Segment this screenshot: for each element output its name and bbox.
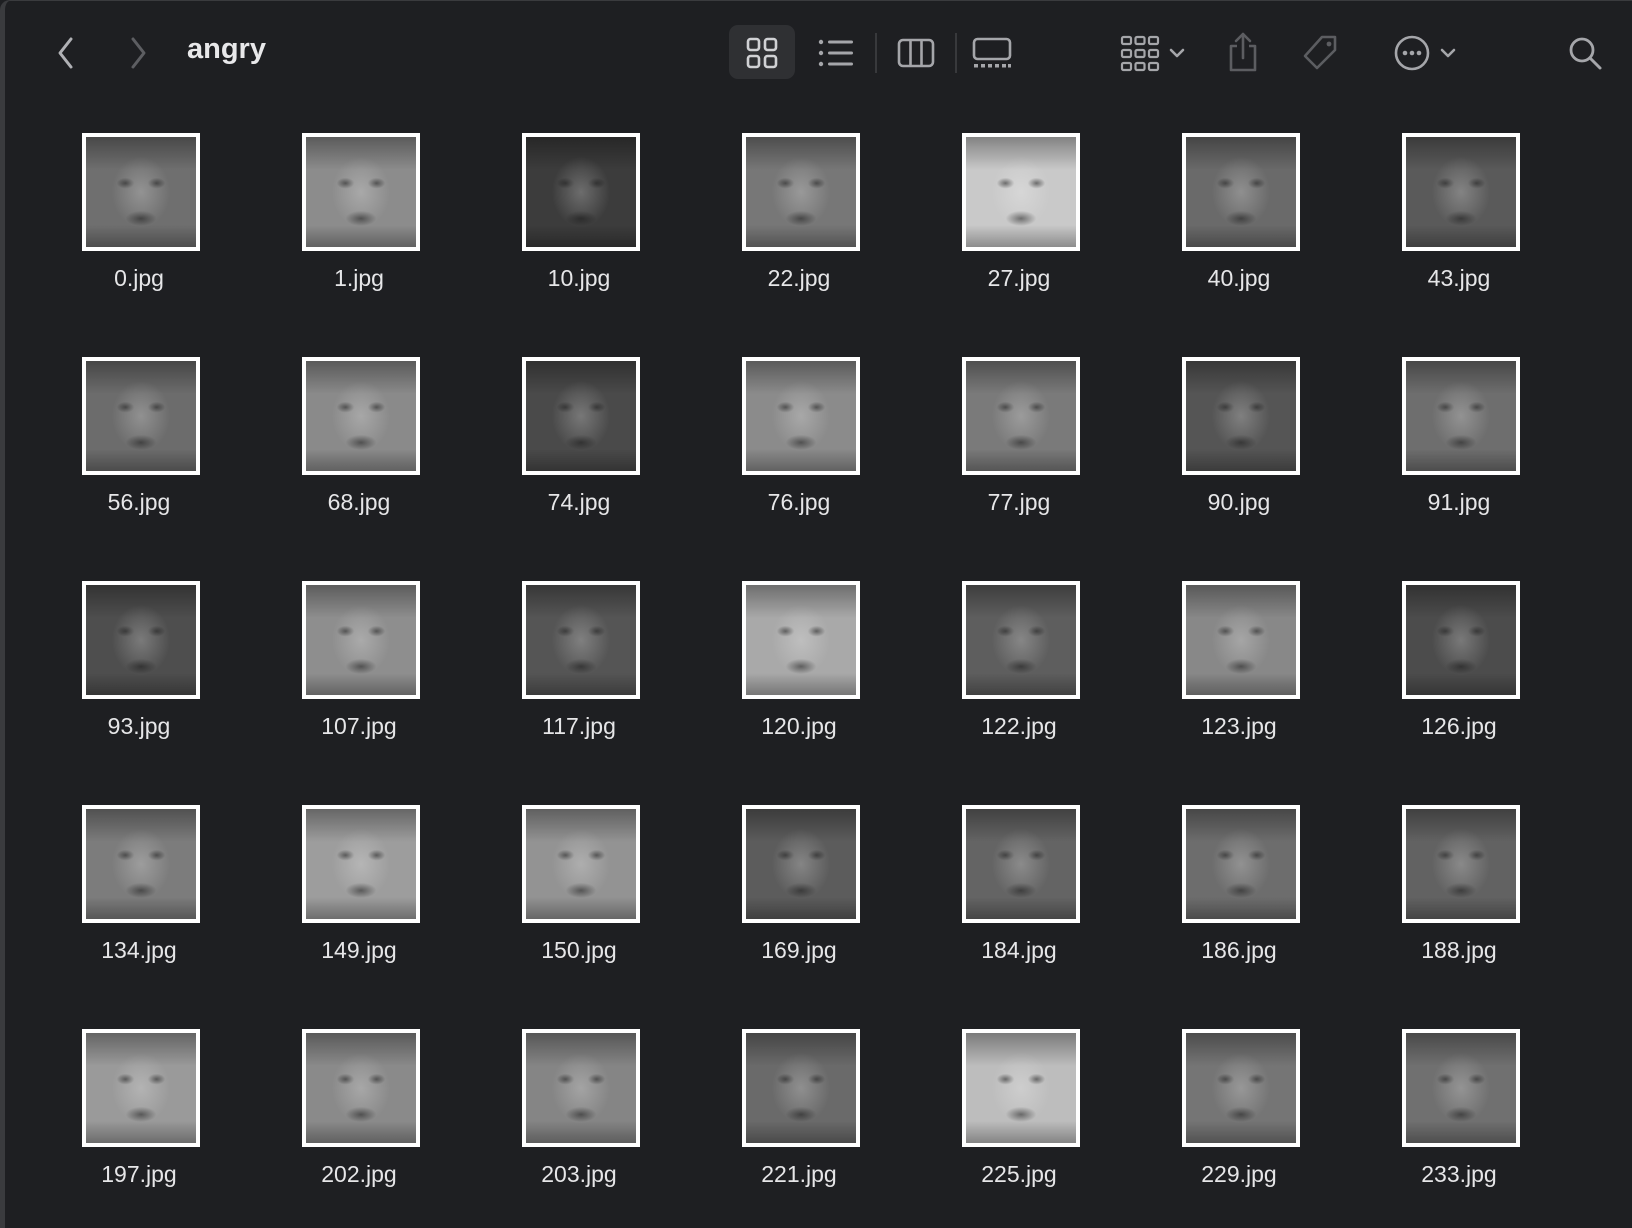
file-name-label: 233.jpg	[1421, 1161, 1497, 1187]
file-thumbnail[interactable]	[82, 805, 200, 923]
toolbar: angry	[5, 1, 1632, 105]
file-name-label: 150.jpg	[541, 937, 617, 963]
file-name-label: 56.jpg	[107, 489, 171, 515]
share-icon	[1229, 32, 1257, 72]
file-name-label: 186.jpg	[1201, 937, 1277, 963]
file-thumbnail[interactable]	[522, 1029, 640, 1147]
file-thumbnail[interactable]	[742, 357, 860, 475]
file-name-label: 126.jpg	[1421, 713, 1497, 739]
file-thumbnail[interactable]	[82, 581, 200, 699]
file-name-label: 149.jpg	[321, 937, 397, 963]
file-thumbnail[interactable]	[522, 357, 640, 475]
file-name-label: 22.jpg	[767, 265, 831, 291]
file-name-label: 1.jpg	[334, 265, 384, 291]
file-name-label: 68.jpg	[327, 489, 391, 515]
file-thumbnail[interactable]	[742, 805, 860, 923]
file-thumbnail[interactable]	[962, 805, 1080, 923]
file-name-label: 93.jpg	[107, 713, 171, 739]
file-thumbnail[interactable]	[302, 357, 420, 475]
tag-button[interactable]	[1295, 29, 1345, 77]
share-button[interactable]	[1221, 27, 1265, 77]
file-name-label: 10.jpg	[547, 265, 611, 291]
list-view-icon	[818, 39, 853, 67]
file-thumbnail[interactable]	[1402, 1029, 1520, 1147]
file-name-label: 91.jpg	[1427, 489, 1491, 515]
file-thumbnail[interactable]	[522, 581, 640, 699]
file-thumbnail[interactable]	[962, 1029, 1080, 1147]
file-thumbnail[interactable]	[1182, 581, 1300, 699]
file-name-label: 117.jpg	[542, 713, 616, 739]
file-name-label: 188.jpg	[1421, 937, 1497, 963]
file-name-label: 169.jpg	[761, 937, 837, 963]
file-thumbnail[interactable]	[302, 133, 420, 251]
more-actions-button[interactable]	[1385, 29, 1465, 77]
list-view-button[interactable]	[811, 31, 861, 75]
more-actions-icon	[1394, 35, 1430, 71]
file-name-label: 74.jpg	[547, 489, 611, 515]
file-thumbnail[interactable]	[1402, 357, 1520, 475]
file-thumbnail[interactable]	[962, 581, 1080, 699]
file-thumbnail[interactable]	[302, 1029, 420, 1147]
file-name-label: 90.jpg	[1207, 489, 1271, 515]
file-thumbnail[interactable]	[1182, 805, 1300, 923]
file-thumbnail[interactable]	[742, 581, 860, 699]
forward-button[interactable]	[123, 33, 153, 73]
group-by-icon	[1120, 35, 1160, 72]
finder-window: angry 0.jpg 1.jpg 10.jpg 22.jpg 27.jpg 4…	[0, 0, 1632, 1228]
file-thumbnail[interactable]	[82, 133, 200, 251]
folder-title: angry	[187, 33, 266, 65]
file-thumbnail[interactable]	[742, 133, 860, 251]
search-button[interactable]	[1561, 29, 1609, 77]
file-thumbnail[interactable]	[82, 1029, 200, 1147]
file-thumbnail[interactable]	[302, 581, 420, 699]
file-name-label: 202.jpg	[321, 1161, 397, 1187]
file-name-label: 134.jpg	[101, 937, 177, 963]
file-name-label: 0.jpg	[114, 265, 164, 291]
file-thumbnail[interactable]	[1182, 133, 1300, 251]
file-thumbnail[interactable]	[1402, 805, 1520, 923]
file-thumbnail[interactable]	[302, 805, 420, 923]
file-name-label: 197.jpg	[101, 1161, 177, 1187]
file-name-label: 43.jpg	[1427, 265, 1491, 291]
file-name-label: 107.jpg	[321, 713, 397, 739]
file-thumbnail[interactable]	[522, 133, 640, 251]
file-thumbnail[interactable]	[962, 357, 1080, 475]
file-name-label: 120.jpg	[761, 713, 837, 739]
gallery-view-button[interactable]	[965, 31, 1019, 75]
file-thumbnail[interactable]	[522, 805, 640, 923]
file-name-label: 27.jpg	[987, 265, 1051, 291]
file-thumbnail[interactable]	[1402, 581, 1520, 699]
group-by-button[interactable]	[1113, 29, 1193, 77]
file-name-label: 40.jpg	[1207, 265, 1271, 291]
chevron-right-icon	[131, 37, 146, 69]
file-name-label: 229.jpg	[1201, 1161, 1277, 1187]
tag-icon	[1303, 35, 1337, 70]
search-icon	[1569, 37, 1602, 70]
file-name-label: 184.jpg	[981, 937, 1057, 963]
chevron-down-icon	[1169, 48, 1185, 58]
back-button[interactable]	[51, 33, 81, 73]
gallery-view-icon	[972, 37, 1012, 68]
file-name-label: 225.jpg	[981, 1161, 1057, 1187]
file-thumbnail[interactable]	[962, 133, 1080, 251]
column-view-button[interactable]	[891, 31, 941, 75]
chevron-down-icon	[1440, 48, 1456, 58]
file-name-label: 122.jpg	[981, 713, 1057, 739]
icon-view-button[interactable]	[737, 31, 787, 75]
file-thumbnail[interactable]	[742, 1029, 860, 1147]
toolbar-divider	[875, 33, 877, 73]
file-thumbnail[interactable]	[1182, 1029, 1300, 1147]
column-view-icon	[897, 38, 935, 68]
file-name-label: 123.jpg	[1201, 713, 1277, 739]
file-name-label: 77.jpg	[987, 489, 1051, 515]
file-thumbnail[interactable]	[82, 357, 200, 475]
file-thumbnail[interactable]	[1182, 357, 1300, 475]
icon-view-icon	[746, 37, 778, 69]
file-thumbnail[interactable]	[1402, 133, 1520, 251]
chevron-left-icon	[58, 37, 73, 69]
file-name-label: 76.jpg	[767, 489, 831, 515]
toolbar-divider	[955, 33, 957, 73]
file-name-label: 221.jpg	[761, 1161, 837, 1187]
file-name-label: 203.jpg	[541, 1161, 617, 1187]
